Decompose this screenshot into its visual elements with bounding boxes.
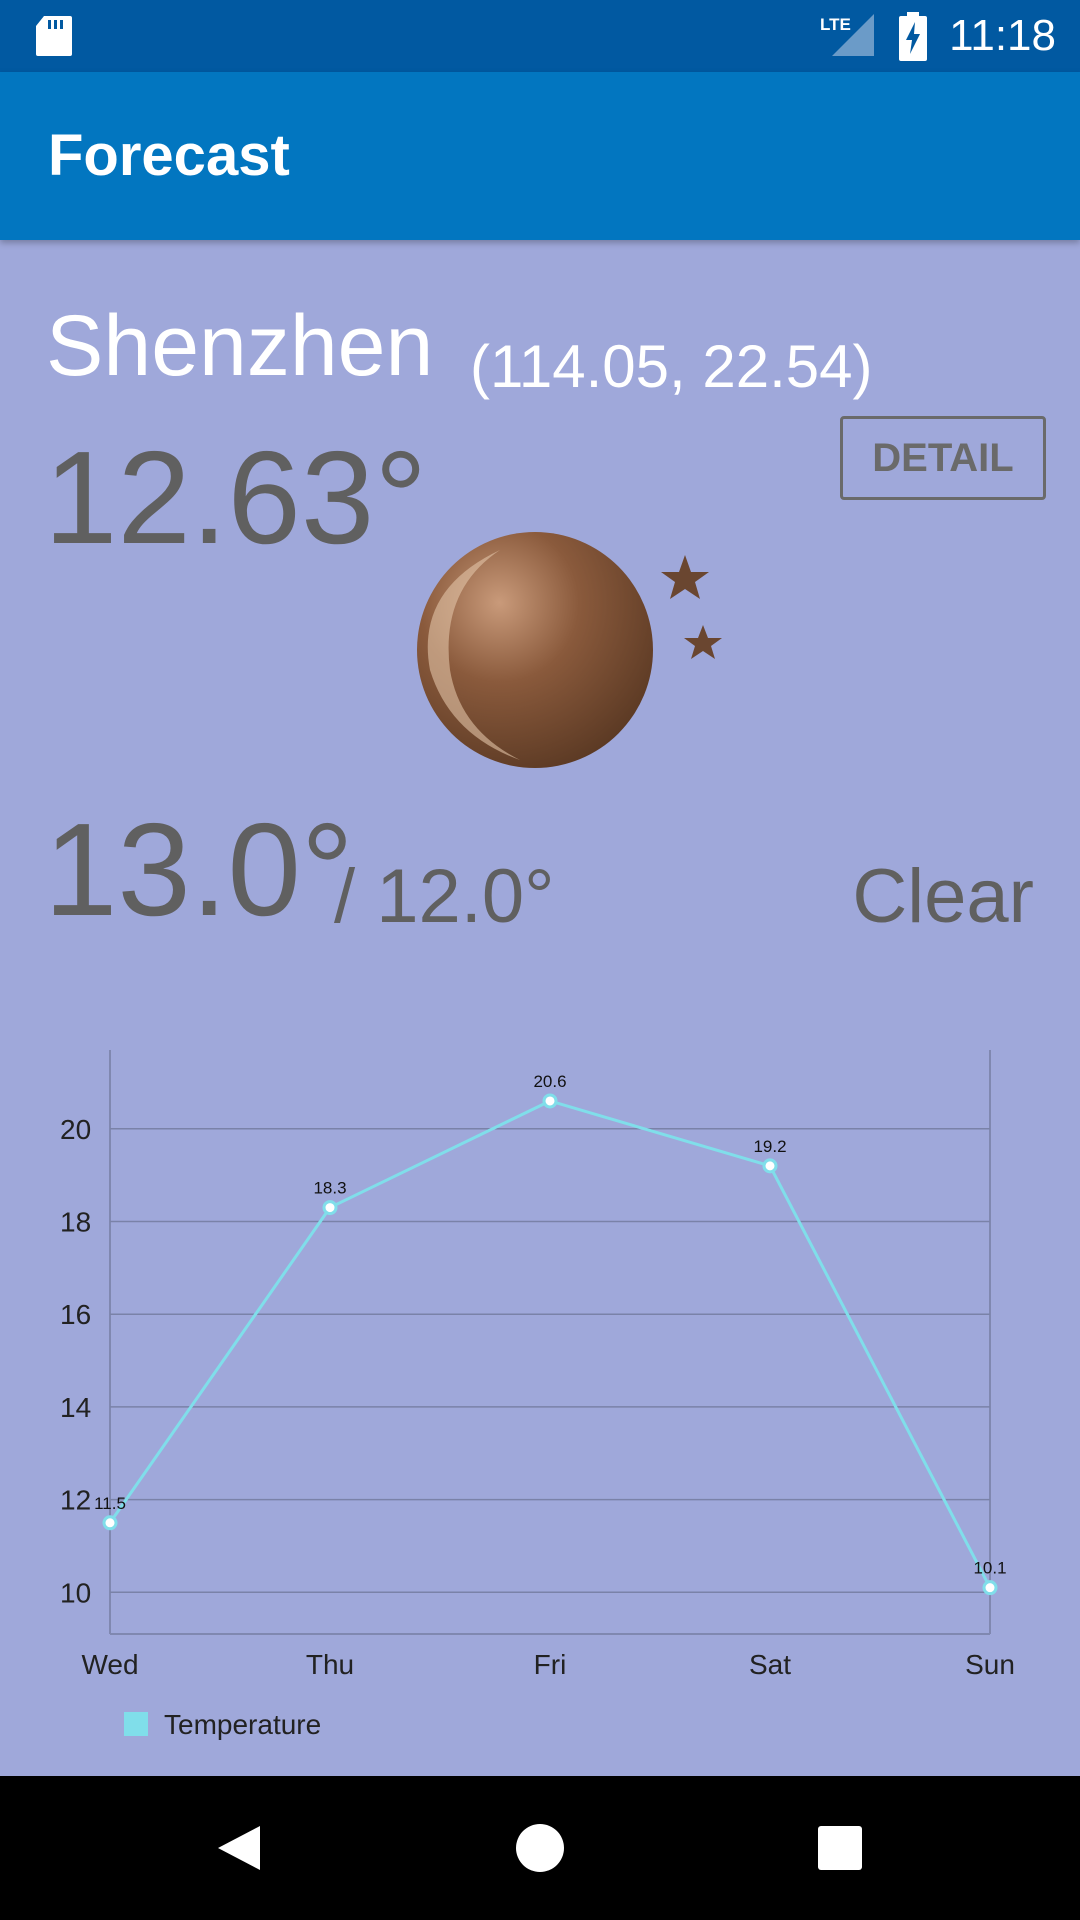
weather-condition: Clear: [852, 854, 1034, 939]
city-name: Shenzhen: [46, 298, 434, 394]
data-label: 20.6: [533, 1072, 566, 1091]
back-icon[interactable]: [180, 1776, 300, 1920]
data-point: [102, 1515, 118, 1531]
battery-charging-icon: [899, 12, 927, 61]
y-tick-label: 10: [60, 1577, 91, 1608]
data-point: [762, 1158, 778, 1174]
status-clock: 11:18: [949, 11, 1056, 60]
coordinates: (114.05, 22.54): [470, 333, 873, 400]
detail-button[interactable]: DETAIL: [840, 416, 1046, 500]
legend-label: Temperature: [164, 1709, 321, 1740]
x-tick-label: Fri: [534, 1649, 567, 1680]
recents-icon[interactable]: [780, 1776, 900, 1920]
clear-night-icon: [417, 532, 722, 768]
data-point: [322, 1200, 338, 1216]
y-tick-label: 12: [60, 1485, 91, 1516]
page-title: Forecast: [48, 123, 290, 188]
status-bar: LTE 11:18: [0, 0, 1080, 72]
data-point: [982, 1580, 998, 1596]
low-temperature: / 12.0°: [334, 854, 555, 939]
lte-signal-icon: LTE: [820, 14, 874, 56]
series-line-temperature: [108, 1099, 992, 1589]
data-point: [542, 1093, 558, 1109]
temperature-chart: 10 12 14 16 18 20 Wed Thu Fri Sat Sun 11.5 18.3 20.6 1…: [60, 1050, 1015, 1740]
data-label: 18.3: [313, 1179, 346, 1198]
legend-swatch: [124, 1712, 148, 1736]
x-tick-label: Sat: [749, 1649, 791, 1680]
x-tick-label: Thu: [306, 1649, 354, 1680]
home-icon[interactable]: [480, 1776, 600, 1920]
navigation-bar: [0, 1776, 1080, 1920]
x-tick-label: Wed: [81, 1649, 138, 1680]
x-tick-label: Sun: [965, 1649, 1015, 1680]
data-label: 11.5: [94, 1494, 126, 1513]
sd-card-icon: [36, 16, 72, 56]
data-label: 19.2: [753, 1137, 786, 1156]
current-temperature: 12.63°: [44, 424, 428, 571]
y-tick-label: 16: [60, 1299, 91, 1330]
y-tick-label: 18: [60, 1206, 91, 1237]
app-bar: Forecast: [0, 72, 1080, 240]
network-label: LTE: [820, 15, 851, 34]
data-label: 10.1: [973, 1559, 1006, 1578]
high-temperature: 13.0°: [44, 796, 354, 943]
y-tick-label: 14: [60, 1392, 91, 1423]
y-tick-label: 20: [60, 1114, 91, 1145]
